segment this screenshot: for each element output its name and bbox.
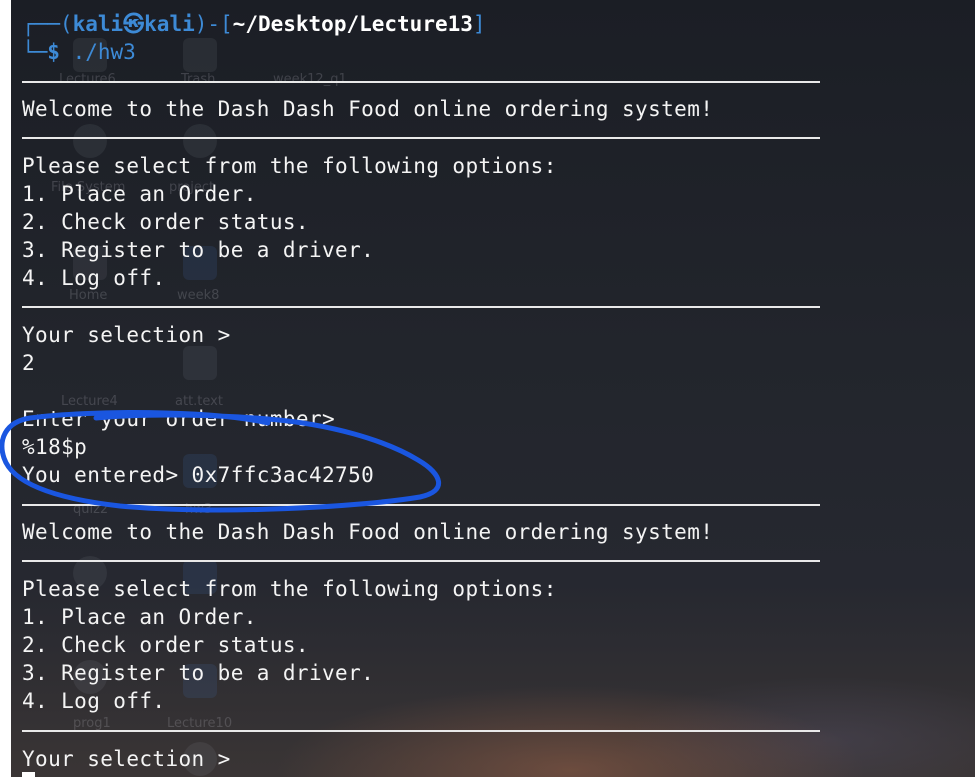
menu-option-1: 1. Place an Order. bbox=[22, 182, 257, 206]
desktop-icon-label: Lecture10 bbox=[167, 716, 233, 731]
prompt-path: ~/Desktop/Lecture13 bbox=[232, 12, 473, 36]
shell-command: ./hw3 bbox=[72, 40, 136, 64]
selection-input: 2 bbox=[22, 351, 36, 375]
menu-option-3: 3. Register to be a driver. bbox=[22, 661, 375, 685]
menu-title: Please select from the following options… bbox=[22, 154, 557, 178]
separator-line bbox=[22, 560, 820, 562]
menu-option-3: 3. Register to be a driver. bbox=[22, 238, 375, 262]
menu-option-2: 2. Check order status. bbox=[22, 210, 309, 234]
desktop-icon-label: prog1 bbox=[73, 716, 111, 731]
menu-option-4: 4. Log off. bbox=[22, 689, 166, 713]
desktop-icon-label: Trash bbox=[181, 72, 216, 87]
desktop-icon-label: week12_q1 bbox=[273, 72, 347, 87]
kali-logo-icon: ㉿ bbox=[123, 12, 145, 36]
desktop-file-icon bbox=[183, 346, 217, 380]
separator-line bbox=[22, 504, 820, 506]
terminal-cursor bbox=[22, 772, 35, 777]
desktop-icon-label: Lecture6 bbox=[59, 72, 116, 87]
menu-option-1: 1. Place an Order. bbox=[22, 605, 257, 629]
selection-prompt: Your selection > bbox=[22, 747, 231, 771]
menu-option-2: 2. Check order status. bbox=[22, 633, 309, 657]
welcome-message: Welcome to the Dash Dash Food online ord… bbox=[22, 520, 714, 544]
welcome-message: Welcome to the Dash Dash Food online ord… bbox=[22, 97, 714, 121]
prompt-dollar: $ bbox=[47, 40, 60, 64]
prompt-separator: )-[ bbox=[194, 12, 233, 36]
separator-line bbox=[22, 306, 820, 308]
separator-line bbox=[22, 730, 820, 732]
order-number-prompt: Enter your order number> bbox=[22, 407, 336, 431]
menu-option-4: 4. Log off. bbox=[22, 266, 166, 290]
menu-title: Please select from the following options… bbox=[22, 577, 557, 601]
prompt-host: kali bbox=[144, 12, 195, 36]
prompt-corner-bottom: └─ bbox=[22, 40, 48, 64]
separator-line bbox=[22, 137, 820, 139]
prompt-bracket: ] bbox=[472, 12, 486, 36]
desktop-icon-label: week8 bbox=[177, 288, 220, 303]
terminal-window[interactable]: Lecture6 Trash week12_q1 File System pro… bbox=[11, 0, 975, 777]
selection-prompt: Your selection > bbox=[22, 323, 231, 347]
shell-command-line: └─$ ./hw3 bbox=[22, 38, 136, 66]
desktop-trash-icon bbox=[183, 38, 217, 72]
shell-prompt-line: ┌──(kali㉿kali)-[~/Desktop/Lecture13] bbox=[22, 10, 486, 38]
order-number-input: %18$p bbox=[22, 435, 88, 459]
prompt-user: kali bbox=[72, 12, 124, 36]
order-echo-output: You entered> 0x7ffc3ac42750 bbox=[22, 463, 375, 487]
prompt-corner-top: ┌──( bbox=[22, 12, 73, 36]
separator-line bbox=[22, 81, 820, 83]
